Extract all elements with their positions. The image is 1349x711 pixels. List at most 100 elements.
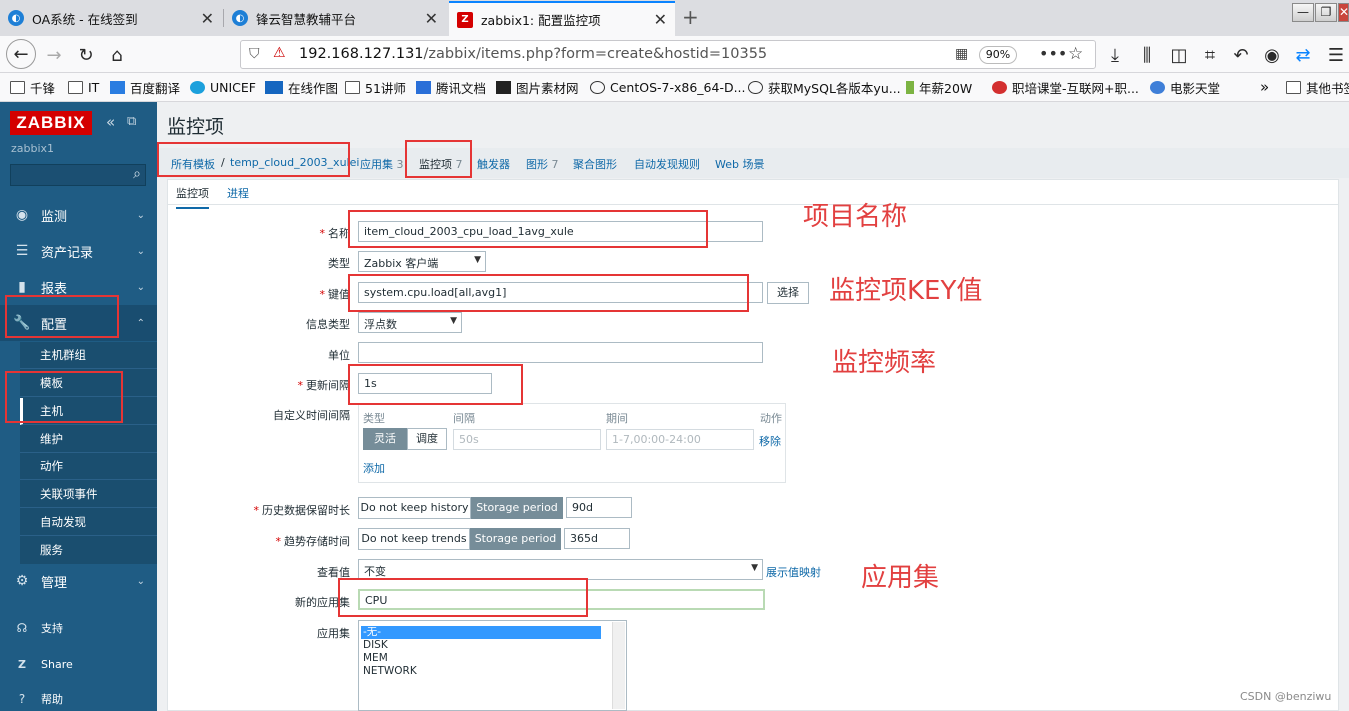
list-item[interactable]: DISK <box>361 639 601 652</box>
url-bar[interactable]: ⛉ ⚠ 192.168.127.131/zabbix/items.php?for… <box>240 40 1096 69</box>
info-type-label: 信息类型 <box>306 318 350 331</box>
collapse-icon[interactable]: « <box>106 113 115 131</box>
restore-button[interactable]: ❐ <box>1315 3 1337 22</box>
download-icon[interactable]: ⤓ <box>1101 41 1129 69</box>
other-bookmarks-folder[interactable]: 其他书签 <box>1286 78 1349 96</box>
minimize-button[interactable]: — <box>1292 3 1314 22</box>
select-key-button[interactable]: 选择 <box>767 282 809 304</box>
annotation-box-config-menu <box>5 295 119 338</box>
forward-arrow-icon[interactable]: → <box>40 41 68 69</box>
search-icon[interactable]: ⌕ <box>133 166 141 182</box>
bookmark-item[interactable]: 年薪20W <box>906 78 972 96</box>
form-tab-item[interactable]: 监控项 <box>176 185 209 209</box>
history-period-input[interactable]: 90d <box>566 497 632 518</box>
trends-no-keep-button[interactable]: Do not keep trends <box>358 528 470 550</box>
sidebar-toggle-icon[interactable]: ◫ <box>1165 41 1193 69</box>
more-actions-icon[interactable]: ••• <box>1039 44 1067 63</box>
ci-scheduling-button[interactable]: 调度 <box>407 428 447 450</box>
tab-web-scenarios[interactable]: Web 场景 <box>715 156 764 172</box>
history-no-keep-button[interactable]: Do not keep history <box>358 497 471 519</box>
submenu-services[interactable]: 服务 <box>20 537 157 564</box>
menu-monitoring[interactable]: ◉ 监测 ⌄ <box>0 197 157 233</box>
ci-interval-input[interactable]: 50s <box>453 429 601 450</box>
submenu-discovery[interactable]: 自动发现 <box>20 509 157 536</box>
applications-listbox[interactable]: -无- DISK MEM NETWORK <box>358 620 627 711</box>
library-icon[interactable]: ⫼ <box>1133 41 1161 69</box>
menu-support[interactable]: ☊ 支持 <box>0 610 157 646</box>
tab-screens[interactable]: 聚合图形 <box>573 156 617 172</box>
form-tab-preprocessing[interactable]: 进程 <box>227 185 249 201</box>
list-item[interactable]: -无- <box>361 626 601 639</box>
show-value-mappings-link[interactable]: 展示值映射 <box>766 564 821 580</box>
menu-administration[interactable]: ⚙ 管理 ⌄ <box>0 563 157 599</box>
bookmark-item[interactable]: 获取MySQL各版本yu... <box>748 78 901 96</box>
tab-title: 锋云智慧教辅平台 <box>256 11 357 27</box>
submenu-maintenance[interactable]: 维护 <box>20 426 157 453</box>
close-icon[interactable]: ✕ <box>425 9 438 28</box>
value-map-select[interactable]: 不变 ▼ <box>358 559 763 580</box>
annotation-box-breadcrumb <box>157 142 350 177</box>
bookmark-item[interactable]: UNICEF <box>190 78 256 96</box>
url-text[interactable]: 192.168.127.131/zabbix/items.php?form=cr… <box>299 46 767 62</box>
qr-code-icon[interactable]: ▦ <box>955 46 968 62</box>
info-type-select[interactable]: 浮点数 ▼ <box>358 312 462 333</box>
ci-period-input[interactable]: 1-7,00:00-24:00 <box>606 429 754 450</box>
undo-icon[interactable]: ↶ <box>1227 41 1255 69</box>
history-storage-button[interactable]: Storage period <box>471 497 563 519</box>
browser-tab-fengyun[interactable]: ◐ 锋云智慧教辅平台 ✕ <box>224 3 446 33</box>
insecure-lock-icon[interactable]: ⚠ <box>273 45 286 61</box>
zoom-badge[interactable]: 90% <box>979 46 1017 64</box>
kiosk-icon[interactable]: ⧉ <box>127 114 136 129</box>
ci-flexible-button[interactable]: 灵活 <box>363 428 407 450</box>
bookmark-item[interactable]: 百度翻译 <box>110 78 180 96</box>
bookmark-item[interactable]: 电影天堂 <box>1150 78 1220 96</box>
tab-applications[interactable]: 应用集 3 <box>360 156 404 172</box>
bookmarks-overflow-chevron[interactable]: » <box>1260 78 1269 96</box>
bookmark-item[interactable]: 职培课堂-互联网+职... <box>992 78 1139 96</box>
type-select[interactable]: Zabbix 客户端 ▼ <box>358 251 486 272</box>
list-item[interactable]: NETWORK <box>361 665 601 678</box>
close-window-button[interactable]: ✕ <box>1338 3 1349 22</box>
back-arrow-icon[interactable]: ← <box>6 39 36 69</box>
tab-discovery-rules[interactable]: 自动发现规则 <box>634 156 700 172</box>
listbox-scrollbar[interactable] <box>612 622 625 709</box>
menu-share[interactable]: Z Share <box>0 646 157 682</box>
tab-graphs[interactable]: 图形 7 <box>526 156 559 172</box>
new-tab-button[interactable]: + <box>682 5 699 29</box>
ci-add-link[interactable]: 添加 <box>363 460 385 476</box>
star-icon[interactable]: ☆ <box>1068 44 1083 64</box>
close-icon[interactable]: ✕ <box>654 10 667 29</box>
bookmark-item[interactable]: 图片素材网 <box>496 78 579 96</box>
globe-icon <box>590 80 605 94</box>
browser-tab-oa[interactable]: ◐ OA系统 - 在线签到 ✕ <box>0 3 222 33</box>
shield-icon[interactable]: ⛉ <box>249 46 260 62</box>
list-item[interactable]: MEM <box>361 652 601 665</box>
sidebar-search-input[interactable]: ⌕ <box>10 164 146 186</box>
submenu-actions[interactable]: 动作 <box>20 453 157 480</box>
gear-icon: ⚙ <box>15 573 29 589</box>
trends-period-input[interactable]: 365d <box>564 528 630 549</box>
ci-remove-link[interactable]: 移除 <box>759 433 781 449</box>
bookmark-folder[interactable]: 千锋 <box>10 78 55 96</box>
incognito-icon[interactable]: ◉ <box>1258 41 1286 69</box>
reload-icon[interactable]: ↻ <box>72 41 100 69</box>
close-icon[interactable]: ✕ <box>201 9 214 28</box>
bookmark-item[interactable]: 在线作图 <box>265 78 338 96</box>
bookmark-item[interactable]: 腾讯文档 <box>416 78 486 96</box>
bookmark-folder[interactable]: 51讲师 <box>345 78 406 96</box>
menu-inventory[interactable]: ☰ 资产记录 ⌄ <box>0 233 157 269</box>
submenu-event-correlation[interactable]: 关联项事件 <box>20 481 157 508</box>
trends-storage-button[interactable]: Storage period <box>470 528 561 550</box>
tab-triggers[interactable]: 触发器 <box>477 156 510 172</box>
home-icon[interactable]: ⌂ <box>103 41 131 69</box>
bookmark-item[interactable]: CentOS-7-x86_64-D... <box>590 78 746 96</box>
submenu-host-groups[interactable]: 主机群组 <box>20 342 157 369</box>
units-input[interactable] <box>358 342 763 363</box>
bookmark-folder[interactable]: IT <box>68 78 99 96</box>
crop-icon[interactable]: ⌗ <box>1196 41 1224 69</box>
zabbix-logo[interactable]: ZABBIX <box>10 111 92 135</box>
browser-tab-zabbix[interactable]: Z zabbix1: 配置监控项 ✕ <box>449 1 675 36</box>
menu-help[interactable]: ? 帮助 <box>0 681 157 711</box>
menu-icon[interactable]: ☰ <box>1322 41 1349 69</box>
sync-icon[interactable]: ⇄ <box>1289 41 1317 69</box>
